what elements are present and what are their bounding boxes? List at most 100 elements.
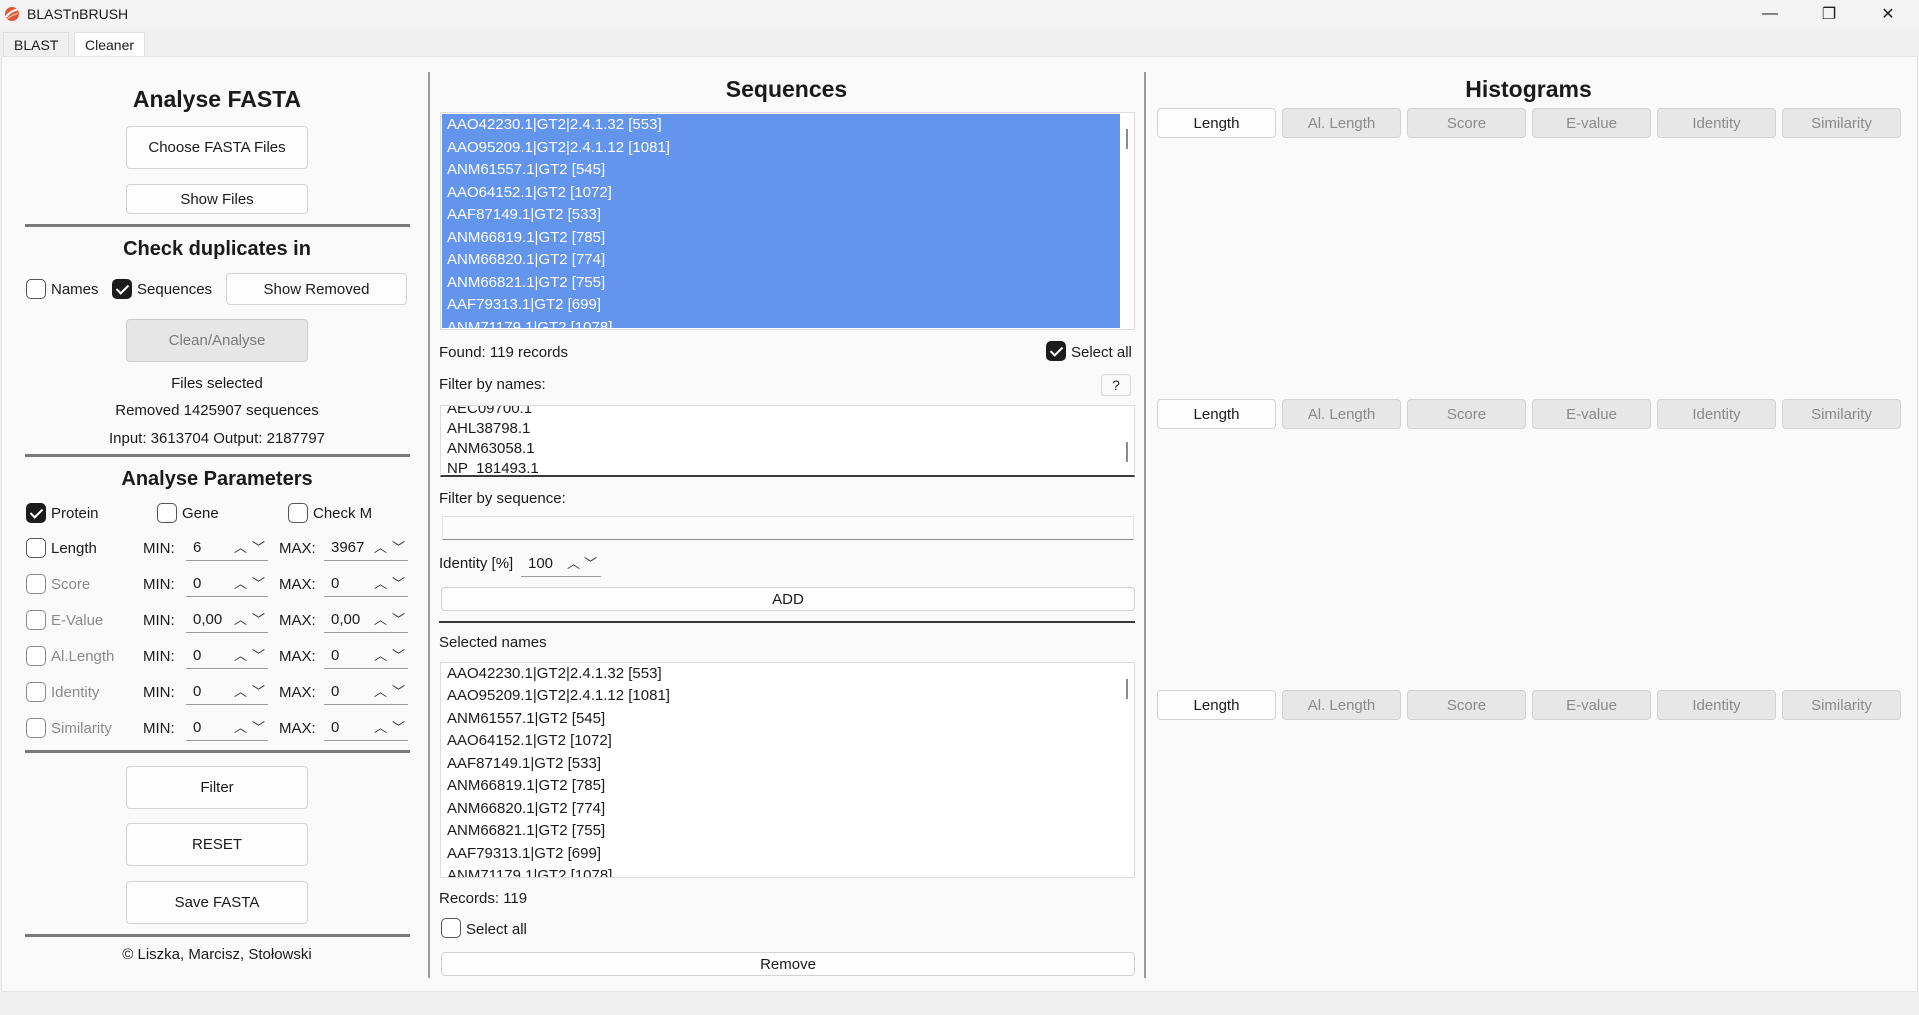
length-checkbox[interactable] bbox=[26, 538, 46, 558]
allength-min-spinbox[interactable]: 0 ︿ ﹀ bbox=[186, 643, 268, 669]
spin-down-icon[interactable]: ﹀ bbox=[392, 573, 405, 592]
save-fasta-button[interactable]: Save FASTA bbox=[126, 881, 308, 924]
spin-down-icon[interactable]: ﹀ bbox=[252, 717, 265, 736]
similarity-max-spinbox[interactable]: 0 ︿ ﹀ bbox=[324, 715, 408, 741]
hist2-tab-al-length[interactable]: Al. Length bbox=[1282, 399, 1401, 429]
selected-names-list[interactable]: AAO42230.1|GT2|2.4.1.32 [553] AAO95209.1… bbox=[440, 662, 1135, 878]
hist2-tab-evalue[interactable]: E-value bbox=[1532, 399, 1651, 429]
spin-up-icon[interactable]: ︿ bbox=[374, 537, 387, 556]
spin-up-icon[interactable]: ︿ bbox=[234, 537, 247, 556]
spin-down-icon[interactable]: ﹀ bbox=[392, 717, 405, 736]
spin-down-icon[interactable]: ﹀ bbox=[252, 609, 265, 628]
list-item[interactable]: AAF87149.1|GT2 [533] bbox=[444, 755, 601, 777]
list-item[interactable]: ANM66819.1|GT2 [785] bbox=[444, 777, 605, 799]
list-item[interactable]: AAO95209.1|GT2|2.4.1.12 [1081] bbox=[444, 687, 670, 709]
spin-down-icon[interactable]: ﹀ bbox=[252, 681, 265, 700]
list-item[interactable]: AAO64152.1|GT2 [1072] bbox=[444, 732, 612, 754]
allength-checkbox[interactable] bbox=[26, 646, 46, 666]
hist1-tab-score[interactable]: Score bbox=[1407, 108, 1526, 138]
identity-min-spinbox[interactable]: 0 ︿ ﹀ bbox=[186, 679, 268, 705]
evalue-min-spinbox[interactable]: 0,00 ︿ ﹀ bbox=[186, 607, 268, 633]
spin-down-icon[interactable]: ﹀ bbox=[392, 537, 405, 556]
show-removed-button[interactable]: Show Removed bbox=[226, 273, 407, 305]
list-item[interactable]: ANM66820.1|GT2 [774] bbox=[444, 251, 605, 273]
length-max-spinbox[interactable]: 3967 ︿ ﹀ bbox=[324, 535, 408, 561]
list-item[interactable]: AAF79313.1|GT2 [699] bbox=[444, 845, 601, 867]
hist3-tab-length[interactable]: Length bbox=[1157, 690, 1276, 720]
spin-up-icon[interactable]: ︿ bbox=[234, 573, 247, 592]
list-item[interactable]: ANM71179.1|GT2 [1078] bbox=[444, 319, 612, 329]
help-button[interactable]: ? bbox=[1101, 374, 1131, 396]
scrollbar[interactable] bbox=[1126, 129, 1128, 149]
select-all-checkbox[interactable] bbox=[1046, 341, 1066, 361]
protein-checkbox[interactable] bbox=[26, 503, 46, 523]
spin-up-icon[interactable]: ︿ bbox=[374, 609, 387, 628]
spin-down-icon[interactable]: ﹀ bbox=[252, 537, 265, 556]
select-all-selected-checkbox[interactable] bbox=[441, 918, 461, 938]
list-item[interactable]: AAO42230.1|GT2|2.4.1.32 [553] bbox=[444, 665, 662, 687]
list-item[interactable]: ANM71179.1|GT2 [1078] bbox=[444, 867, 612, 877]
list-item[interactable]: ANM66821.1|GT2 [755] bbox=[444, 274, 605, 296]
hist3-tab-al-length[interactable]: Al. Length bbox=[1282, 690, 1401, 720]
list-item[interactable]: AAO42230.1|GT2|2.4.1.32 [553] bbox=[444, 116, 662, 138]
clean-analyse-button[interactable]: Clean/Analyse bbox=[126, 319, 308, 362]
filter-sequence-input[interactable] bbox=[442, 516, 1134, 540]
list-item[interactable]: ANM66819.1|GT2 [785] bbox=[444, 229, 605, 251]
tab-cleaner[interactable]: Cleaner bbox=[74, 32, 146, 56]
filter-button[interactable]: Filter bbox=[126, 766, 308, 809]
show-files-button[interactable]: Show Files bbox=[126, 184, 308, 214]
score-min-spinbox[interactable]: 0 ︿ ﹀ bbox=[186, 571, 268, 597]
hist2-tab-identity[interactable]: Identity bbox=[1657, 399, 1776, 429]
list-item[interactable]: ANM66821.1|GT2 [755] bbox=[444, 822, 605, 844]
spin-up-icon[interactable]: ︿ bbox=[374, 573, 387, 592]
choose-fasta-files-button[interactable]: Choose FASTA Files bbox=[126, 126, 308, 169]
hist1-tab-identity[interactable]: Identity bbox=[1657, 108, 1776, 138]
filter-names-textarea[interactable]: AEC09700.1 AHL38798.1 ANM63058.1 NP_1814… bbox=[440, 405, 1135, 477]
spin-up-icon[interactable]: ︿ bbox=[234, 717, 247, 736]
spin-up-icon[interactable]: ︿ bbox=[234, 681, 247, 700]
hist1-tab-evalue[interactable]: E-value bbox=[1532, 108, 1651, 138]
spin-down-icon[interactable]: ﹀ bbox=[252, 573, 265, 592]
add-button[interactable]: ADD bbox=[441, 587, 1135, 611]
list-item[interactable]: ANM66820.1|GT2 [774] bbox=[444, 800, 605, 822]
list-item[interactable]: AAO64152.1|GT2 [1072] bbox=[444, 184, 612, 206]
hist2-tab-similarity[interactable]: Similarity bbox=[1782, 399, 1901, 429]
evalue-checkbox[interactable] bbox=[26, 610, 46, 630]
hist3-tab-similarity[interactable]: Similarity bbox=[1782, 690, 1901, 720]
spin-up-icon[interactable]: ︿ bbox=[374, 645, 387, 664]
hist1-tab-length[interactable]: Length bbox=[1157, 108, 1276, 138]
list-item[interactable]: AAF79313.1|GT2 [699] bbox=[444, 296, 601, 318]
hist3-tab-identity[interactable]: Identity bbox=[1657, 690, 1776, 720]
hist2-tab-score[interactable]: Score bbox=[1407, 399, 1526, 429]
hist1-tab-similarity[interactable]: Similarity bbox=[1782, 108, 1901, 138]
sequences-list[interactable]: AAO42230.1|GT2|2.4.1.32 [553] AAO95209.1… bbox=[440, 112, 1135, 330]
similarity-min-spinbox[interactable]: 0 ︿ ﹀ bbox=[186, 715, 268, 741]
hist2-tab-length[interactable]: Length bbox=[1157, 399, 1276, 429]
spin-up-icon[interactable]: ︿ bbox=[234, 609, 247, 628]
identity-percent-spinbox[interactable]: 100 ︿ ﹀ bbox=[521, 551, 601, 577]
list-item[interactable]: AAF87149.1|GT2 [533] bbox=[444, 206, 601, 228]
evalue-max-spinbox[interactable]: 0,00 ︿ ﹀ bbox=[324, 607, 408, 633]
identity-max-spinbox[interactable]: 0 ︿ ﹀ bbox=[324, 679, 408, 705]
restore-button[interactable]: ❐ bbox=[1806, 0, 1852, 28]
tab-blast[interactable]: BLAST bbox=[3, 32, 70, 56]
hist3-tab-evalue[interactable]: E-value bbox=[1532, 690, 1651, 720]
remove-button[interactable]: Remove bbox=[441, 952, 1135, 976]
hist3-tab-score[interactable]: Score bbox=[1407, 690, 1526, 720]
spin-up-icon[interactable]: ︿ bbox=[234, 645, 247, 664]
score-checkbox[interactable] bbox=[26, 574, 46, 594]
spin-down-icon[interactable]: ﹀ bbox=[392, 681, 405, 700]
scrollbar[interactable] bbox=[1126, 442, 1128, 462]
list-item[interactable]: ANM61557.1|GT2 [545] bbox=[444, 710, 605, 732]
length-min-spinbox[interactable]: 6 ︿ ﹀ bbox=[186, 535, 268, 561]
allength-max-spinbox[interactable]: 0 ︿ ﹀ bbox=[324, 643, 408, 669]
gene-checkbox[interactable] bbox=[157, 503, 177, 523]
spin-down-icon[interactable]: ﹀ bbox=[252, 645, 265, 664]
spin-down-icon[interactable]: ﹀ bbox=[584, 553, 597, 572]
score-max-spinbox[interactable]: 0 ︿ ﹀ bbox=[324, 571, 408, 597]
check-m-checkbox[interactable] bbox=[288, 503, 308, 523]
names-checkbox[interactable] bbox=[26, 279, 46, 299]
spin-up-icon[interactable]: ︿ bbox=[567, 553, 580, 572]
reset-button[interactable]: RESET bbox=[126, 823, 308, 866]
close-button[interactable]: ✕ bbox=[1865, 0, 1911, 28]
